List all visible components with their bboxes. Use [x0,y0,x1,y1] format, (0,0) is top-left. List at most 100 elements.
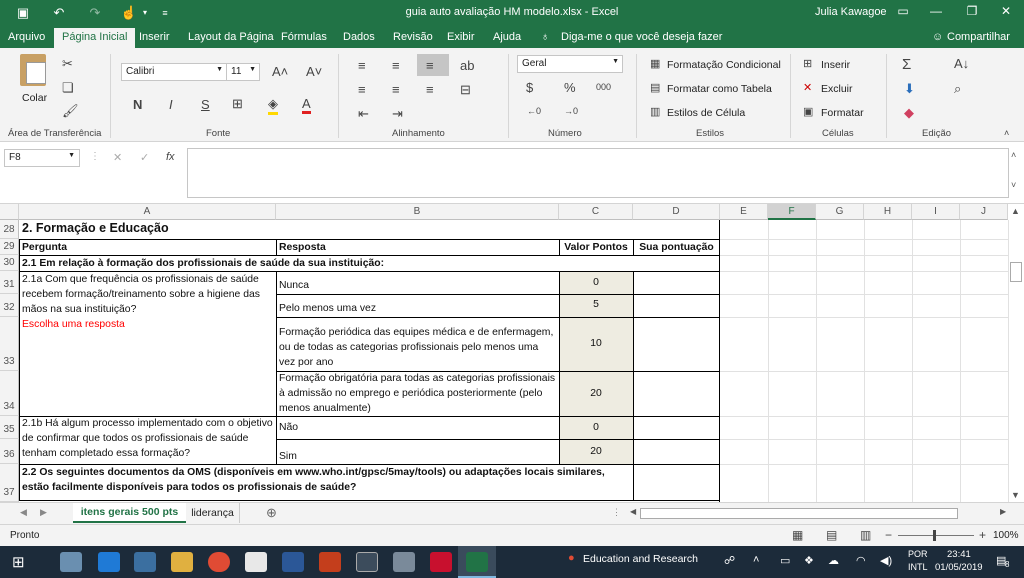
row-header-29[interactable]: 29 [0,239,19,255]
find-icon[interactable]: ⌕ [954,81,961,97]
header-resposta[interactable]: Resposta [279,240,529,255]
name-box[interactable]: F8 ▼ [4,149,80,167]
align-center-icon[interactable]: ≡ [392,82,400,97]
row-header-28[interactable]: 28 [0,220,19,239]
row-header-35[interactable]: 35 [0,416,19,439]
answer-pelo-menos[interactable]: Pelo menos uma vez [279,301,557,316]
prev-sheet-icon[interactable]: ◀ [20,507,27,518]
row-header-37[interactable]: 37 [0,464,19,502]
align-top-icon[interactable]: ≡ [358,58,366,73]
next-sheet-icon[interactable]: ▶ [40,507,47,518]
copy-icon[interactable]: ❏ [62,80,74,96]
input-layout[interactable]: INTL [908,562,928,572]
format-painter-icon[interactable]: 🖌 [62,103,79,119]
autosum-icon[interactable]: Σ [902,56,911,73]
zoom-in-icon[interactable]: + [979,528,986,542]
edge-browser-icon[interactable] [98,552,120,572]
col-header-c[interactable]: C [559,204,633,220]
tab-exibir[interactable]: Exibir [447,31,475,43]
clock-date[interactable]: 01/05/2019 [935,562,983,573]
wifi-icon[interactable]: ◠ [856,554,866,567]
increase-decimal-icon[interactable]: ←0 [527,106,541,116]
page-break-view-icon[interactable]: ▥ [860,528,871,542]
zoom-slider-thumb[interactable] [933,530,936,541]
cell-styles-button[interactable]: Estilos de Célula [667,107,745,119]
value-formacao-obrigatoria[interactable]: 20 [559,386,633,401]
add-sheet-icon[interactable]: ⊕ [266,505,277,521]
value-pelo-menos[interactable]: 5 [559,297,633,312]
row-header-34[interactable]: 34 [0,371,19,416]
value-nao[interactable]: 0 [559,420,633,435]
align-middle-icon[interactable]: ≡ [392,58,400,73]
tray-up-icon[interactable]: ˄ [753,554,759,566]
taskbar-window-label[interactable]: Education and Research [583,553,698,565]
app-icon[interactable] [393,552,415,572]
answer-formacao-obrigatoria[interactable]: Formação obrigatória para todas as categ… [279,371,557,416]
minimize-icon[interactable]: — [926,4,946,22]
orientation-icon[interactable]: ab [460,58,474,73]
share-button[interactable]: Compartilhar [947,31,1010,43]
restore-icon[interactable]: ❐ [962,4,982,22]
instruction-choose-answer[interactable]: Escolha uma resposta [22,317,274,332]
enter-icon[interactable]: ✓ [140,151,149,164]
shrink-font-icon[interactable]: A˅ [306,64,322,79]
select-all-corner[interactable] [0,204,19,220]
increase-indent-icon[interactable]: ⇥ [392,106,403,122]
col-header-e[interactable]: E [720,204,768,220]
paste-button[interactable]: Colar [22,92,47,104]
fill-icon[interactable]: ⬇ [904,81,915,97]
photos-icon[interactable] [356,552,378,572]
zoom-level[interactable]: 100% [993,530,1019,541]
zoom-slider[interactable] [898,535,974,536]
borders-icon[interactable]: ⊞ [232,96,243,112]
merge-icon[interactable]: ⊟ [460,82,471,98]
clock-time[interactable]: 23:41 [947,549,971,560]
col-header-h[interactable]: H [864,204,912,220]
fill-color-icon[interactable]: ◈ [268,96,278,115]
align-bottom-icon[interactable]: ≡ [426,58,434,73]
question-2-1b[interactable]: 2.1b Há algum processo implementado com … [22,416,274,461]
answer-sim[interactable]: Sim [279,449,557,464]
word-icon[interactable] [282,552,304,572]
col-header-d[interactable]: D [633,204,720,220]
value-nunca[interactable]: 0 [559,275,633,290]
scroll-down-icon[interactable]: ˅ [1011,180,1016,190]
value-sim[interactable]: 20 [559,444,633,459]
row-header-31[interactable]: 31 [0,271,19,294]
col-header-j[interactable]: J [960,204,1008,220]
clear-icon[interactable]: ◆ [904,105,914,121]
scroll-up-icon[interactable]: ˄ [1011,150,1016,160]
cond-format-button[interactable]: Formatação Condicional [667,59,781,71]
user-name[interactable]: Julia Kawagoe [815,6,887,18]
formula-input[interactable] [187,148,1009,198]
acrobat-icon[interactable] [430,552,452,572]
underline-button[interactable]: S [201,97,210,112]
decrease-decimal-icon[interactable]: →0 [564,106,578,116]
tab-revisao[interactable]: Revisão [393,31,433,43]
windows-start-icon[interactable]: ⊞ [12,553,25,571]
volume-icon[interactable]: ◀) [880,554,892,567]
format-cells-button[interactable]: Formatar [821,107,864,119]
scroll-left-icon[interactable]: ◀ [630,507,636,516]
col-header-a[interactable]: A [19,204,276,220]
close-icon[interactable]: ✕ [996,4,1016,22]
percent-button[interactable]: % [564,80,576,95]
normal-view-icon[interactable]: ▦ [792,528,803,542]
file-explorer-icon[interactable] [171,552,193,572]
task-view-icon[interactable] [60,552,82,572]
row-header-33[interactable]: 33 [0,317,19,371]
header-pergunta[interactable]: Pergunta [22,240,272,255]
dropbox-icon[interactable]: ❖ [804,554,814,567]
excel-icon[interactable] [466,552,488,572]
sheet-tab-lideranca[interactable]: liderança [186,503,240,523]
col-header-f[interactable]: F [768,204,816,220]
tab-pagina-inicial[interactable]: Página Inicial [54,28,136,48]
align-right-icon[interactable]: ≡ [426,82,434,97]
col-header-b[interactable]: B [276,204,559,220]
row-header-36[interactable]: 36 [0,439,19,464]
worksheet-grid[interactable]: A B C D E F G H I J ▲ ▼ 28 29 30 31 32 3… [0,204,1024,502]
align-left-icon[interactable]: ≡ [358,82,366,97]
input-language[interactable]: POR [908,549,928,559]
sort-filter-icon[interactable]: A↓ [954,56,969,71]
col-header-g[interactable]: G [816,204,864,220]
